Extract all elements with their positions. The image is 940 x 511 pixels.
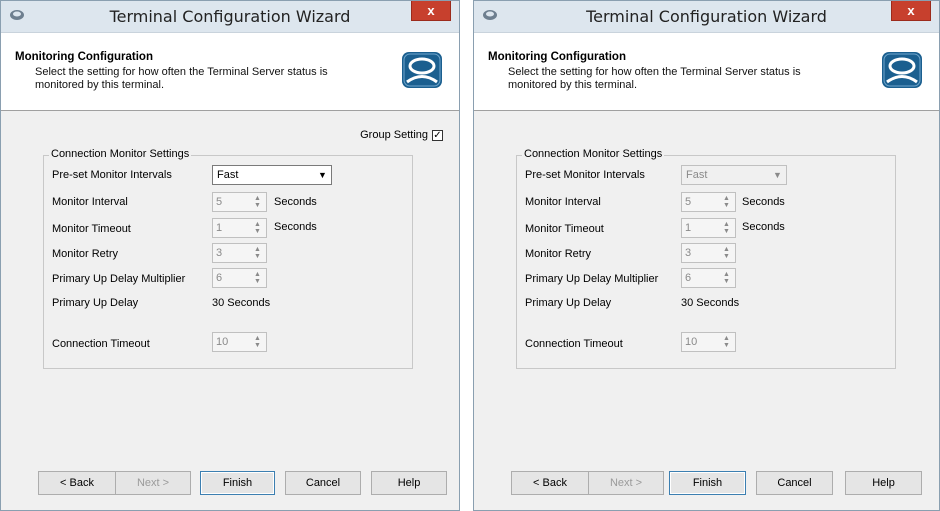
monitor-interval-value: 5: [216, 196, 223, 208]
preset-value: Fast: [217, 169, 239, 181]
spinner-arrows-icon: ▲ ▼: [254, 271, 261, 285]
close-button[interactable]: x: [891, 1, 931, 21]
spinner-arrows-icon: ▲ ▼: [254, 335, 261, 349]
cancel-button[interactable]: Cancel: [756, 471, 833, 495]
close-button[interactable]: x: [411, 1, 451, 21]
connection-timeout-label: Connection Timeout: [525, 338, 623, 350]
monitor-interval-label: Monitor Interval: [525, 196, 601, 208]
wizard-button-bar: < Back Next > Finish Cancel Help: [1, 471, 459, 501]
wizard-button-bar: < Back Next > Finish Cancel Help: [474, 471, 939, 501]
page-title: Monitoring Configuration: [488, 51, 626, 63]
group-setting-label: Group Setting: [360, 129, 428, 141]
monitor-retry-stepper[interactable]: 3 ▲ ▼: [681, 243, 736, 263]
wizard-window-right: Terminal Configuration Wizard x Monitori…: [473, 0, 940, 511]
spinner-arrows-icon: ▲ ▼: [723, 335, 730, 349]
connection-timeout-value: 10: [685, 336, 698, 348]
monitor-timeout-label: Monitor Timeout: [52, 223, 131, 235]
preset-intervals-dropdown[interactable]: Fast ▼: [681, 165, 787, 185]
cancel-button[interactable]: Cancel: [285, 471, 361, 495]
fieldset-legend: Connection Monitor Settings: [49, 148, 192, 160]
monitor-retry-label: Monitor Retry: [525, 248, 592, 260]
preset-label: Pre-set Monitor Intervals: [525, 169, 645, 181]
spinner-arrows-icon: ▲ ▼: [254, 195, 261, 209]
spinner-arrows-icon: ▲ ▼: [254, 246, 261, 260]
next-button[interactable]: Next >: [115, 471, 191, 495]
monitor-interval-unit: Seconds: [742, 196, 785, 208]
monitor-interval-stepper[interactable]: 5 ▲ ▼: [681, 192, 736, 212]
monitor-retry-stepper[interactable]: 3 ▲ ▼: [212, 243, 267, 263]
connection-monitor-settings: Connection Monitor Settings Pre-set Moni…: [516, 148, 896, 369]
monitor-timeout-value: 1: [216, 222, 223, 234]
next-button[interactable]: Next >: [588, 471, 664, 495]
fieldset-legend: Connection Monitor Settings: [522, 148, 665, 160]
page-description: Select the setting for how often the Ter…: [508, 66, 801, 91]
preset-label: Pre-set Monitor Intervals: [52, 169, 172, 181]
connection-monitor-settings: Connection Monitor Settings Pre-set Moni…: [43, 148, 413, 369]
thinmanager-logo-icon: [402, 52, 442, 88]
connection-timeout-stepper[interactable]: 10 ▲ ▼: [212, 332, 267, 352]
monitor-timeout-stepper[interactable]: 1 ▲ ▼: [212, 218, 267, 238]
monitor-timeout-unit: Seconds: [274, 221, 317, 233]
multiplier-value: 6: [685, 272, 692, 284]
connection-timeout-value: 10: [216, 336, 229, 348]
primary-up-delay-value: 30 Seconds: [212, 297, 271, 309]
monitor-retry-value: 3: [685, 247, 692, 259]
wizard-window-left: Terminal Configuration Wizard x Monitori…: [0, 0, 460, 511]
help-button[interactable]: Help: [845, 471, 922, 495]
spinner-arrows-icon: ▲ ▼: [723, 195, 730, 209]
back-button[interactable]: < Back: [38, 471, 116, 495]
primary-up-delay-label: Primary Up Delay: [525, 297, 612, 309]
spinner-arrows-icon: ▲ ▼: [723, 271, 730, 285]
page-description: Select the setting for how often the Ter…: [35, 66, 328, 91]
primary-up-delay-value: 30 Seconds: [681, 297, 740, 309]
monitor-retry-label: Monitor Retry: [52, 248, 119, 260]
multiplier-value: 6: [216, 272, 223, 284]
thinmanager-logo-icon: [882, 52, 922, 88]
primary-up-delay-label: Primary Up Delay: [52, 297, 139, 309]
monitor-timeout-label: Monitor Timeout: [525, 223, 604, 235]
monitor-timeout-unit: Seconds: [742, 221, 785, 233]
window-title: Terminal Configuration Wizard: [586, 7, 827, 26]
title-bar[interactable]: Terminal Configuration Wizard x: [1, 1, 459, 33]
wizard-header: Monitoring Configuration Select the sett…: [1, 33, 459, 111]
chevron-down-icon: ▼: [318, 170, 327, 180]
connection-timeout-label: Connection Timeout: [52, 338, 150, 350]
monitor-timeout-stepper[interactable]: 1 ▲ ▼: [681, 218, 736, 238]
monitor-interval-value: 5: [685, 196, 692, 208]
monitor-timeout-value: 1: [685, 222, 692, 234]
finish-button[interactable]: Finish: [200, 471, 275, 495]
group-setting-checkbox[interactable]: ✓: [432, 129, 443, 141]
spinner-arrows-icon: ▲ ▼: [723, 246, 730, 260]
page-title: Monitoring Configuration: [15, 51, 153, 63]
group-setting[interactable]: Group Setting ✓: [360, 129, 443, 141]
spinner-arrows-icon: ▲ ▼: [254, 221, 261, 235]
help-button[interactable]: Help: [371, 471, 447, 495]
monitor-retry-value: 3: [216, 247, 223, 259]
multiplier-label: Primary Up Delay Multiplier: [525, 273, 659, 285]
monitor-interval-label: Monitor Interval: [52, 196, 128, 208]
finish-button[interactable]: Finish: [669, 471, 746, 495]
preset-value: Fast: [686, 169, 708, 181]
title-bar[interactable]: Terminal Configuration Wizard x: [474, 1, 939, 33]
connection-timeout-stepper[interactable]: 10 ▲ ▼: [681, 332, 736, 352]
window-title: Terminal Configuration Wizard: [109, 7, 351, 26]
spinner-arrows-icon: ▲ ▼: [723, 221, 730, 235]
multiplier-label: Primary Up Delay Multiplier: [52, 273, 186, 285]
multiplier-stepper[interactable]: 6 ▲ ▼: [681, 268, 736, 288]
multiplier-stepper[interactable]: 6 ▲ ▼: [212, 268, 267, 288]
chevron-down-icon: ▼: [773, 170, 782, 180]
preset-intervals-dropdown[interactable]: Fast ▼: [212, 165, 332, 185]
back-button[interactable]: < Back: [511, 471, 589, 495]
wizard-header: Monitoring Configuration Select the sett…: [474, 33, 939, 111]
monitor-interval-unit: Seconds: [274, 196, 317, 208]
monitor-interval-stepper[interactable]: 5 ▲ ▼: [212, 192, 267, 212]
